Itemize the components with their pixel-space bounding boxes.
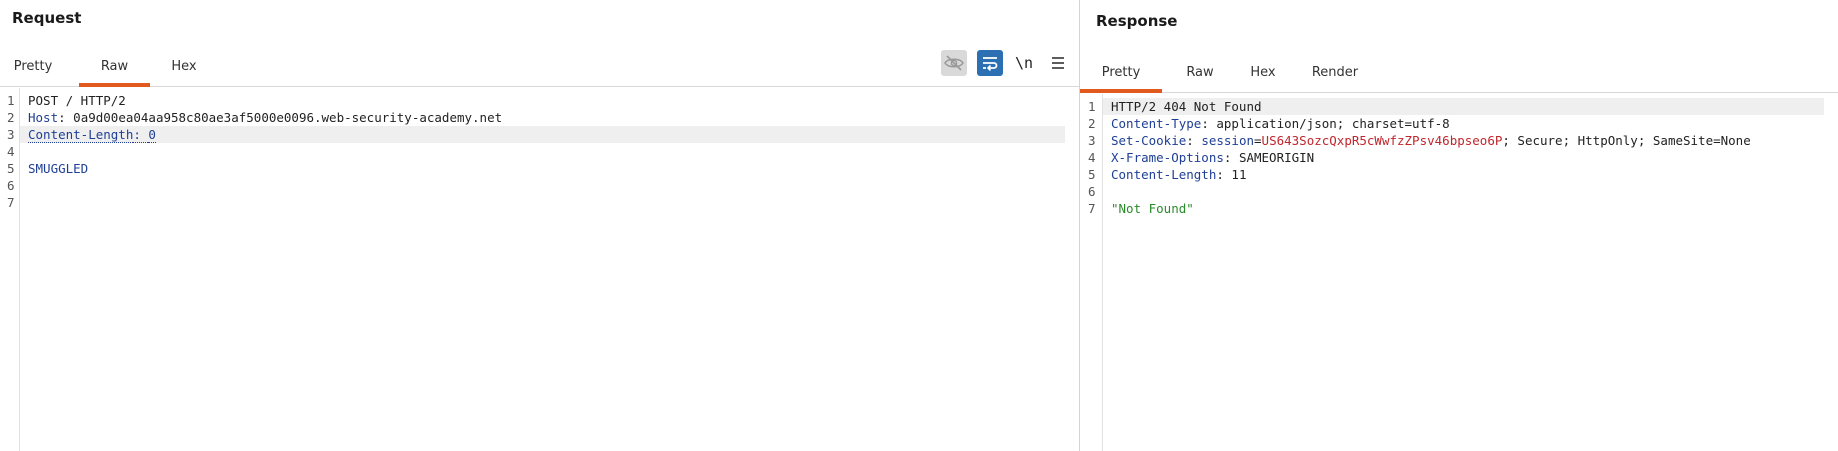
response-line: X-Frame-Options: SAMEORIGIN: [1103, 149, 1824, 166]
header-separator: :: [1201, 116, 1217, 131]
request-line-highlighted: Content-Length: 0: [20, 126, 1065, 143]
header-separator: :: [1216, 167, 1232, 182]
request-line-text: POST / HTTP/2: [28, 93, 126, 108]
request-line: [20, 143, 1065, 160]
response-code: HTTP/2 404 Not Found Content-Type: appli…: [1103, 98, 1824, 217]
line-number: 3: [7, 127, 15, 142]
response-tab-raw[interactable]: Raw: [1181, 52, 1219, 92]
cookie-equals: =: [1254, 133, 1262, 148]
request-editor[interactable]: 1 2 3 4 5 6 7 POST / HTTP/2 Host: 0a9d00…: [0, 88, 1079, 451]
request-line: [20, 194, 1065, 211]
response-editor[interactable]: 1 2 3 4 5 6 7 HTTP/2 404 Not Found Conte…: [1080, 94, 1838, 451]
request-toolbar: \n: [941, 49, 1071, 77]
word-wrap-icon[interactable]: [977, 50, 1003, 76]
request-line: [20, 177, 1065, 194]
header-separator: :: [133, 127, 149, 143]
line-number: 1: [1088, 99, 1096, 114]
cookie-value: US643SozcQxpR5cWwfzZPsv46bpseo6P: [1261, 133, 1503, 148]
response-title: Response: [1096, 12, 1178, 30]
response-line: "Not Found": [1103, 200, 1824, 217]
request-line: SMUGGLED: [20, 160, 1065, 177]
request-line: Host: 0a9d00ea04aa958c80ae3af5000e0096.w…: [20, 109, 1065, 126]
line-number: 2: [1088, 116, 1096, 131]
header-value: SAMEORIGIN: [1238, 150, 1315, 165]
line-number: 5: [1088, 167, 1096, 182]
header-value: application/json; charset=utf-8: [1216, 116, 1450, 131]
eye-slash-icon[interactable]: [941, 50, 967, 76]
cookie-name: session: [1201, 133, 1255, 148]
line-number: 3: [1088, 133, 1096, 148]
response-line: Content-Type: application/json; charset=…: [1103, 115, 1824, 132]
response-line: Set-Cookie: session=US643SozcQxpR5cWwfzZ…: [1103, 132, 1824, 149]
request-tabs: Pretty Raw Hex: [0, 47, 1079, 87]
request-code: POST / HTTP/2 Host: 0a9d00ea04aa958c80ae…: [20, 92, 1065, 211]
line-number: 4: [7, 144, 15, 159]
line-number: 4: [1088, 150, 1096, 165]
header-value: 0: [148, 127, 156, 143]
newline-toggle-button[interactable]: \n: [1013, 54, 1035, 72]
header-key: Set-Cookie: [1111, 133, 1187, 148]
line-number: 6: [1088, 184, 1096, 199]
response-tabs: Pretty Raw Hex Render: [1080, 52, 1838, 93]
request-tab-pretty[interactable]: Pretty: [8, 47, 58, 86]
header-value: 0a9d00ea04aa958c80ae3af5000e0096.web-sec…: [73, 110, 503, 125]
response-tab-pretty[interactable]: Pretty: [1080, 52, 1162, 93]
header-key: Content-Length: [28, 127, 134, 143]
request-line: POST / HTTP/2: [20, 92, 1065, 109]
header-key: Content-Type: [1111, 116, 1202, 131]
request-pane: Request Pretty Raw Hex \n 1 2 3 4 5 6 7 …: [0, 0, 1079, 451]
header-key: X-Frame-Options: [1111, 150, 1224, 165]
request-body-text: SMUGGLED: [28, 161, 89, 176]
header-separator: :: [1186, 133, 1202, 148]
response-line: [1103, 183, 1824, 200]
response-line: Content-Length: 11: [1103, 166, 1824, 183]
cookie-attributes: ; Secure; HttpOnly; SameSite=None: [1502, 133, 1751, 148]
line-number: 7: [7, 195, 15, 210]
header-key: Content-Length: [1111, 167, 1217, 182]
response-body-text: "Not Found": [1111, 201, 1194, 216]
line-number: 7: [1088, 201, 1096, 216]
request-title: Request: [12, 9, 82, 27]
response-tab-render[interactable]: Render: [1308, 52, 1362, 92]
line-number: 5: [7, 161, 15, 176]
request-tab-hex[interactable]: Hex: [161, 47, 207, 86]
response-status-line: HTTP/2 404 Not Found: [1103, 98, 1824, 115]
line-number: 2: [7, 110, 15, 125]
line-number: 1: [7, 93, 15, 108]
line-number: 6: [7, 178, 15, 193]
header-separator: :: [1223, 150, 1239, 165]
request-tab-raw[interactable]: Raw: [79, 47, 150, 87]
header-key: Host: [28, 110, 59, 125]
response-line-gutter: 1 2 3 4 5 6 7: [1080, 94, 1103, 451]
status-line-text: HTTP/2 404 Not Found: [1111, 99, 1262, 114]
response-pane: Response Pretty Raw Hex Render 1 2 3 4 5…: [1080, 0, 1838, 451]
header-value: 11: [1231, 167, 1247, 182]
request-line-gutter: 1 2 3 4 5 6 7: [0, 88, 20, 451]
hamburger-menu-icon[interactable]: [1045, 50, 1071, 76]
response-tab-hex[interactable]: Hex: [1244, 52, 1282, 92]
header-separator: :: [58, 110, 74, 125]
